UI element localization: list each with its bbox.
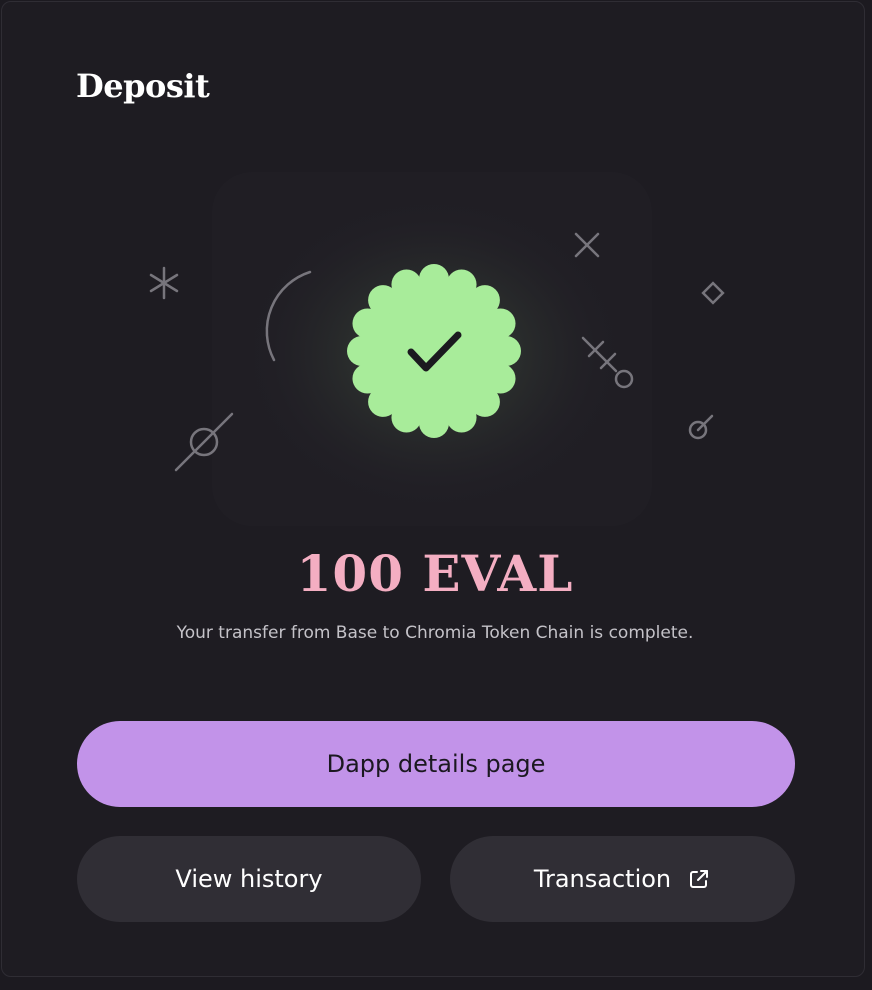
transfer-amount: 100 EVAL — [296, 544, 574, 603]
external-link-icon — [690, 870, 709, 888]
dapp-details-label: Dapp details page — [326, 750, 546, 778]
view-history-label: View history — [175, 865, 323, 893]
deposit-card: Deposit 100 EVAL Your transfer from Base… — [1, 1, 865, 977]
asterisk-icon — [149, 266, 179, 300]
success-illustration — [132, 172, 732, 526]
transfer-status-message: Your transfer from Base to Chromia Token… — [176, 623, 694, 643]
page-title: Deposit — [76, 67, 210, 105]
pin-icon — [688, 414, 714, 440]
transaction-button[interactable]: Transaction — [450, 836, 795, 922]
transaction-label: Transaction — [533, 865, 672, 893]
diamond-icon — [701, 281, 725, 305]
view-history-button[interactable]: View history — [77, 836, 421, 922]
dapp-details-button[interactable]: Dapp details page — [77, 721, 795, 807]
check-badge-icon — [347, 264, 521, 438]
success-illustration-graphic — [149, 172, 725, 526]
